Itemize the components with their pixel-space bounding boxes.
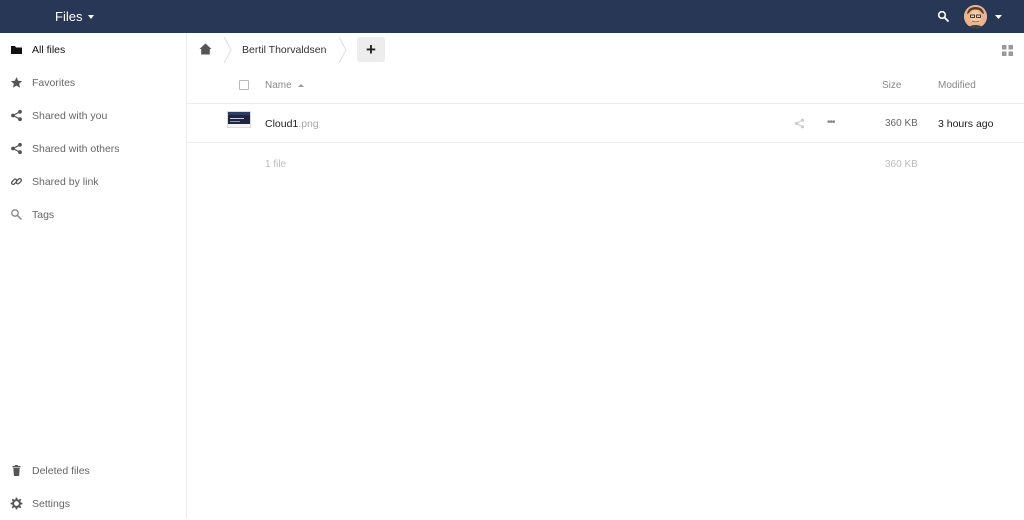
chevron-down-icon [88,14,95,19]
home-icon[interactable] [199,43,212,55]
sidebar-item-label: Shared with others [32,142,120,155]
sidebar-item-label: Shared by link [32,175,99,188]
summary-count: 1 file [265,159,287,170]
summary-size: 360 KB [885,159,918,170]
file-name[interactable]: Cloud1 .png [265,104,319,143]
breadcrumb-separator [338,37,347,63]
breadcrumb-separator [223,37,232,63]
sidebar-item-label: All files [32,43,66,56]
link-icon [10,177,23,186]
chevron-down-icon[interactable] [995,15,1002,19]
trash-icon [12,465,21,476]
sidebar-item-settings[interactable]: Settings [0,487,186,520]
top-header: Files [0,0,1024,33]
share-icon [11,109,22,122]
sidebar-item-label: Deleted files [32,464,90,477]
column-header-name[interactable]: Name [265,66,304,104]
folder-icon [11,46,22,54]
file-extension: .png [298,117,319,130]
sidebar-item-all-files[interactable]: All files [0,33,186,66]
sidebar-item-shared-by-link[interactable]: Shared by link [0,165,186,198]
sidebar-item-shared-with-you[interactable]: Shared with you [0,99,186,132]
file-basename: Cloud1 [265,117,299,130]
select-all-checkbox[interactable] [239,80,249,90]
sidebar-item-deleted-files[interactable]: Deleted files [0,454,186,487]
gear-icon [10,497,23,510]
grid-view-icon[interactable] [1002,45,1013,56]
sidebar-item-label: Shared with you [32,109,108,122]
sidebar: All files Favorites Shared with you Shar… [0,33,187,518]
search-icon[interactable] [937,10,950,23]
sidebar-item-label: Favorites [32,76,76,89]
breadcrumb-current-folder[interactable]: Bertil Thorvaldsen [242,33,326,66]
file-thumbnail [227,111,251,128]
sidebar-item-favorites[interactable]: Favorites [0,66,186,99]
table-row[interactable]: Cloud1 .png ••• 360 KB 3 hours ago [187,104,1024,143]
tag-search-icon [11,209,22,220]
share-icon [11,142,22,155]
file-modified: 3 hours ago [938,117,994,130]
sidebar-item-shared-with-others[interactable]: Shared with others [0,132,186,165]
new-button[interactable]: + [357,37,385,62]
share-icon[interactable] [794,118,805,129]
user-avatar[interactable] [964,5,987,28]
breadcrumb: Bertil Thorvaldsen + [187,33,1024,66]
sidebar-item-label: Tags [32,208,55,221]
sidebar-item-tags[interactable]: Tags [0,198,186,231]
more-actions-icon[interactable]: ••• [827,117,835,128]
column-header-size[interactable]: Size [882,66,901,104]
file-size: 360 KB [885,118,918,129]
app-menu-button[interactable]: Files [55,0,95,33]
star-icon [10,77,23,88]
file-summary: 1 file 360 KB [187,143,1024,186]
file-list-header: Name Size Modified [187,66,1024,104]
sidebar-item-label: Settings [32,497,70,510]
column-header-modified[interactable]: Modified [938,66,976,104]
app-title: Files [55,9,83,24]
sort-ascending-icon [297,83,304,87]
